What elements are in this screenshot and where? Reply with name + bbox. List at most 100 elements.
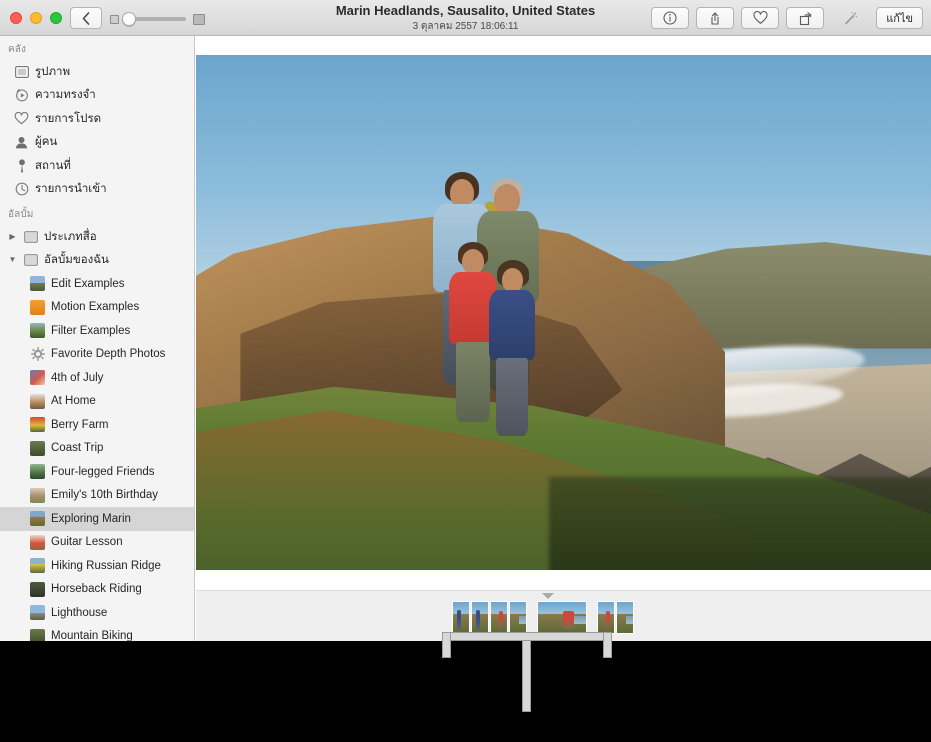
- photo-torso: [489, 290, 536, 361]
- chevron-right-icon[interactable]: ▶: [8, 232, 17, 241]
- favorite-button[interactable]: [741, 7, 780, 29]
- pin-icon: [14, 158, 29, 173]
- album-thumbnail: [30, 628, 45, 641]
- chevron-down-icon[interactable]: [542, 593, 554, 599]
- filmstrip-group: [537, 601, 587, 634]
- gear-icon: [30, 347, 45, 362]
- zoom-slider-thumb[interactable]: [122, 12, 136, 26]
- sidebar-album-label: Horseback Riding: [51, 583, 142, 596]
- sidebar-album-favorite-depth-photos[interactable]: Favorite Depth Photos: [0, 343, 194, 367]
- info-button[interactable]: [651, 7, 690, 29]
- magic-wand-icon: [844, 11, 857, 24]
- sidebar-album-label: Guitar Lesson: [51, 536, 123, 549]
- photo-head: [450, 179, 475, 208]
- chevron-left-icon: [82, 11, 90, 25]
- album-thumbnail: [30, 417, 45, 433]
- thumb-water: [519, 615, 526, 624]
- sidebar-album-at-home[interactable]: At Home: [0, 390, 194, 414]
- photo-person-girl: [489, 260, 537, 440]
- filmstrip-thumbnail[interactable]: [537, 601, 587, 634]
- sidebar-item-imports[interactable]: รายการนำเข้า: [0, 178, 194, 202]
- sidebar-album-4th-of-july[interactable]: 4th of July: [0, 366, 194, 390]
- sidebar-album-four-legged-friends[interactable]: Four-legged Friends: [0, 460, 194, 484]
- filmstrip-thumbnail[interactable]: [490, 601, 508, 634]
- heart-icon: [14, 111, 29, 126]
- rotate-button[interactable]: [786, 7, 825, 29]
- enhance-button[interactable]: [831, 7, 869, 29]
- zoom-window-button[interactable]: [50, 12, 62, 24]
- photo-stage[interactable]: [196, 36, 931, 590]
- minimize-window-button[interactable]: [30, 12, 42, 24]
- edit-button[interactable]: แก้ไข: [876, 7, 923, 29]
- album-thumbnail: [30, 299, 45, 315]
- thumb-figure: [499, 611, 503, 630]
- album-thumbnail: [30, 276, 45, 292]
- share-button[interactable]: [696, 7, 735, 29]
- thumb-ground: [472, 613, 488, 633]
- photo-head: [462, 249, 485, 275]
- sidebar-album-label: Hiking Russian Ridge: [51, 559, 161, 572]
- sidebar[interactable]: คลัง รูปภาพ ความทรงจำ รายการโปรด ผู้คน ส…: [0, 36, 195, 641]
- filmstrip-group: [452, 601, 527, 634]
- filmstrip-thumbnail[interactable]: [616, 601, 634, 634]
- album-thumbnail: [30, 605, 45, 621]
- filmstrip-thumbnail[interactable]: [471, 601, 489, 634]
- thumbnail-zoom-slider[interactable]: [110, 11, 205, 27]
- album-thumbnail: [30, 440, 45, 456]
- sidebar-item-label: รายการนำเข้า: [35, 183, 107, 196]
- sidebar-item-places[interactable]: สถานที่: [0, 154, 194, 178]
- thumb-figure: [606, 611, 610, 630]
- sidebar-album-guitar-lesson[interactable]: Guitar Lesson: [0, 531, 194, 555]
- photo-head: [502, 268, 524, 293]
- content-area: [196, 36, 931, 641]
- sidebar-item-label: ความทรงจำ: [35, 89, 96, 102]
- rotate-icon: [799, 11, 812, 25]
- sidebar-album-mountain-biking[interactable]: Mountain Biking: [0, 625, 194, 641]
- sidebar-album-label: Lighthouse: [51, 606, 108, 619]
- filmstrip[interactable]: [196, 590, 931, 641]
- sidebar-album-filter-examples[interactable]: Filter Examples: [0, 319, 194, 343]
- sidebar-group-label: ประเภทสื่อ: [44, 230, 97, 243]
- filmstrip-thumbnails[interactable]: [452, 601, 634, 634]
- info-icon: [663, 11, 677, 25]
- close-window-button[interactable]: [10, 12, 22, 24]
- sidebar-album-berry-farm[interactable]: Berry Farm: [0, 413, 194, 437]
- sidebar-album-label: Four-legged Friends: [51, 465, 155, 478]
- sidebar-album-exploring-marin[interactable]: Exploring Marin: [0, 507, 194, 531]
- callout-stem: [522, 640, 531, 712]
- thumb-figure: [475, 610, 480, 630]
- sidebar-album-emilys-10th-birthday[interactable]: Emily's 10th Birthday: [0, 484, 194, 508]
- sidebar-album-motion-examples[interactable]: Motion Examples: [0, 296, 194, 320]
- filmstrip-thumbnail[interactable]: [509, 601, 527, 634]
- sidebar-item-people[interactable]: ผู้คน: [0, 131, 194, 155]
- sidebar-album-label: Filter Examples: [51, 324, 131, 337]
- thumb-figure: [562, 611, 574, 630]
- sidebar-album-label: Berry Farm: [51, 418, 109, 431]
- sidebar-group-media-types[interactable]: ▶ ประเภทสื่อ: [0, 225, 194, 249]
- sidebar-album-lighthouse[interactable]: Lighthouse: [0, 601, 194, 625]
- zoom-slider-track[interactable]: [122, 12, 186, 26]
- folder-icon: [23, 229, 38, 244]
- filmstrip-thumbnail[interactable]: [597, 601, 615, 634]
- folder-icon: [23, 253, 38, 268]
- clock-icon: [14, 182, 29, 197]
- back-button[interactable]: [70, 7, 102, 29]
- sidebar-album-label: Exploring Marin: [51, 512, 131, 525]
- memories-icon: [14, 88, 29, 103]
- sidebar-item-photos[interactable]: รูปภาพ: [0, 60, 194, 84]
- main-photo[interactable]: [196, 55, 931, 570]
- sidebar-group-label: อัลบั้มของฉัน: [44, 254, 109, 267]
- sidebar-item-favorites[interactable]: รายการโปรด: [0, 107, 194, 131]
- sidebar-item-memories[interactable]: ความทรงจำ: [0, 84, 194, 108]
- sidebar-album-hiking-russian-ridge[interactable]: Hiking Russian Ridge: [0, 554, 194, 578]
- sidebar-album-horseback-riding[interactable]: Horseback Riding: [0, 578, 194, 602]
- sidebar-album-label: Motion Examples: [51, 301, 140, 314]
- sidebar-group-my-albums[interactable]: ▼ อัลบั้มของฉัน: [0, 249, 194, 273]
- sidebar-album-edit-examples[interactable]: Edit Examples: [0, 272, 194, 296]
- photo-legs: [456, 342, 491, 423]
- sidebar-album-coast-trip[interactable]: Coast Trip: [0, 437, 194, 461]
- photo-family-group: [431, 132, 652, 570]
- chevron-down-icon[interactable]: ▼: [8, 256, 17, 264]
- filmstrip-thumbnail[interactable]: [452, 601, 470, 634]
- sidebar-album-label: At Home: [51, 395, 96, 408]
